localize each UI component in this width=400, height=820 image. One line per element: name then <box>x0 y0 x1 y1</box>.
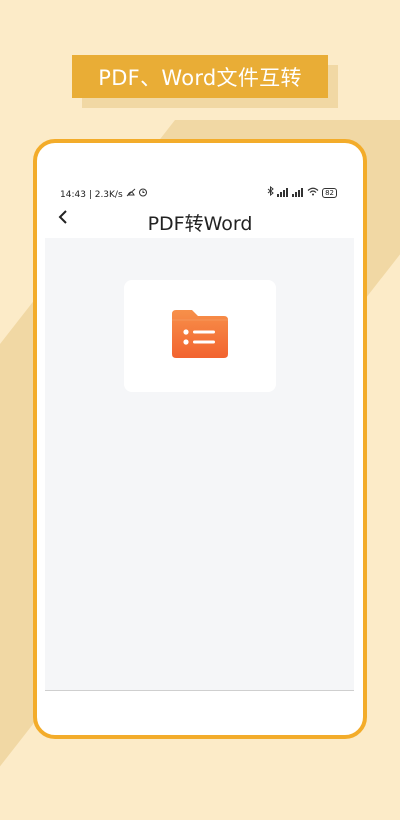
status-right: 82 <box>267 185 337 199</box>
bluetooth-icon <box>267 185 274 199</box>
promo-banner: PDF、Word文件互转 <box>72 55 338 108</box>
signal-icon-2 <box>292 188 304 197</box>
banner-text: PDF、Word文件互转 <box>72 55 328 98</box>
page-title: PDF转Word <box>147 213 253 235</box>
nav-bar: PDF转Word <box>37 205 363 237</box>
battery-icon: 82 <box>322 187 337 198</box>
signal-icon-1 <box>277 188 289 197</box>
folder-list-icon <box>170 308 230 364</box>
status-speed: 2.3K/s <box>94 190 123 200</box>
status-time: 14:43 <box>60 190 86 200</box>
content-area <box>45 238 354 691</box>
silent-icon <box>126 188 139 200</box>
status-bar: 14:43 | 2.3K/s 82 <box>37 185 363 201</box>
select-file-card[interactable] <box>124 280 276 392</box>
alarm-icon <box>138 188 148 200</box>
wifi-icon <box>307 187 319 199</box>
phone-frame: 14:43 | 2.3K/s 82 PDF转Word <box>33 139 367 739</box>
status-left: 14:43 | 2.3K/s <box>60 187 148 200</box>
